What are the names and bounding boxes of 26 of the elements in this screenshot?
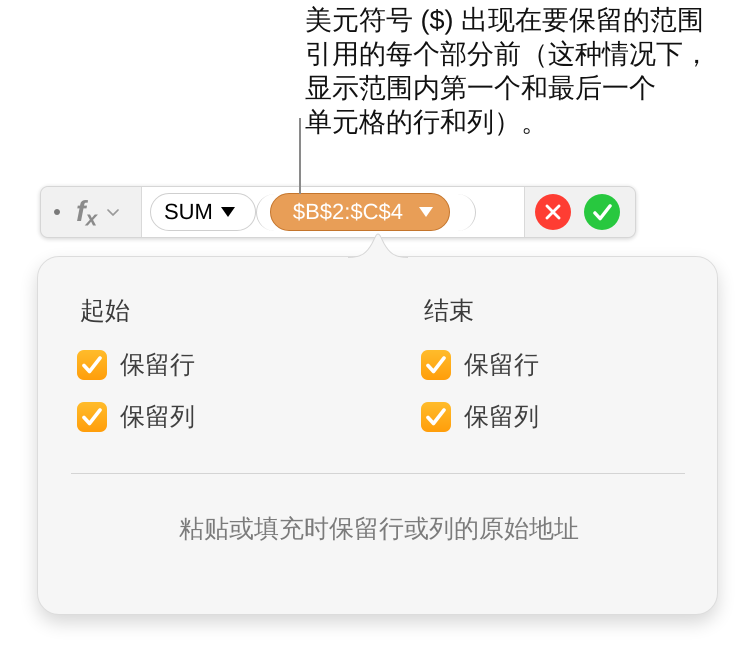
option-label: 保留行 [120,350,195,380]
checkmark-icon [426,356,446,374]
checkbox[interactable] [77,402,107,432]
checkmark-icon [592,204,612,220]
caret-icon [418,207,433,217]
checkbox[interactable] [77,350,107,380]
checkmark-icon [426,408,446,426]
column-heading: 起始 [79,296,130,326]
checkbox[interactable] [421,350,451,380]
checkmark-icon [82,356,102,374]
formula-field[interactable]: SUM $B$2:$C$4 [141,187,525,237]
checkbox[interactable] [421,402,451,432]
option-label: 保留列 [464,402,539,432]
callout-text: 美元符号 ($) 出现在要保留的范围引用的每个部分前（这种情况下，显示范围内第一个和最后一个单元格的行和列）。 [305,4,711,139]
caret-icon [220,207,235,217]
column-heading: 结束 [423,296,474,326]
close-icon [545,204,561,220]
chevron-icon [107,208,120,216]
dot-icon [54,209,60,215]
option-label: 保留列 [120,402,195,432]
function-token[interactable]: SUM [150,193,256,231]
accept-button[interactable] [584,194,620,230]
option-label: 保留行 [464,350,539,380]
cancel-button[interactable] [535,194,571,230]
hint-text: 粘贴或填充时保留行或列的原始地址 [178,514,580,544]
checkmark-icon [82,408,102,426]
